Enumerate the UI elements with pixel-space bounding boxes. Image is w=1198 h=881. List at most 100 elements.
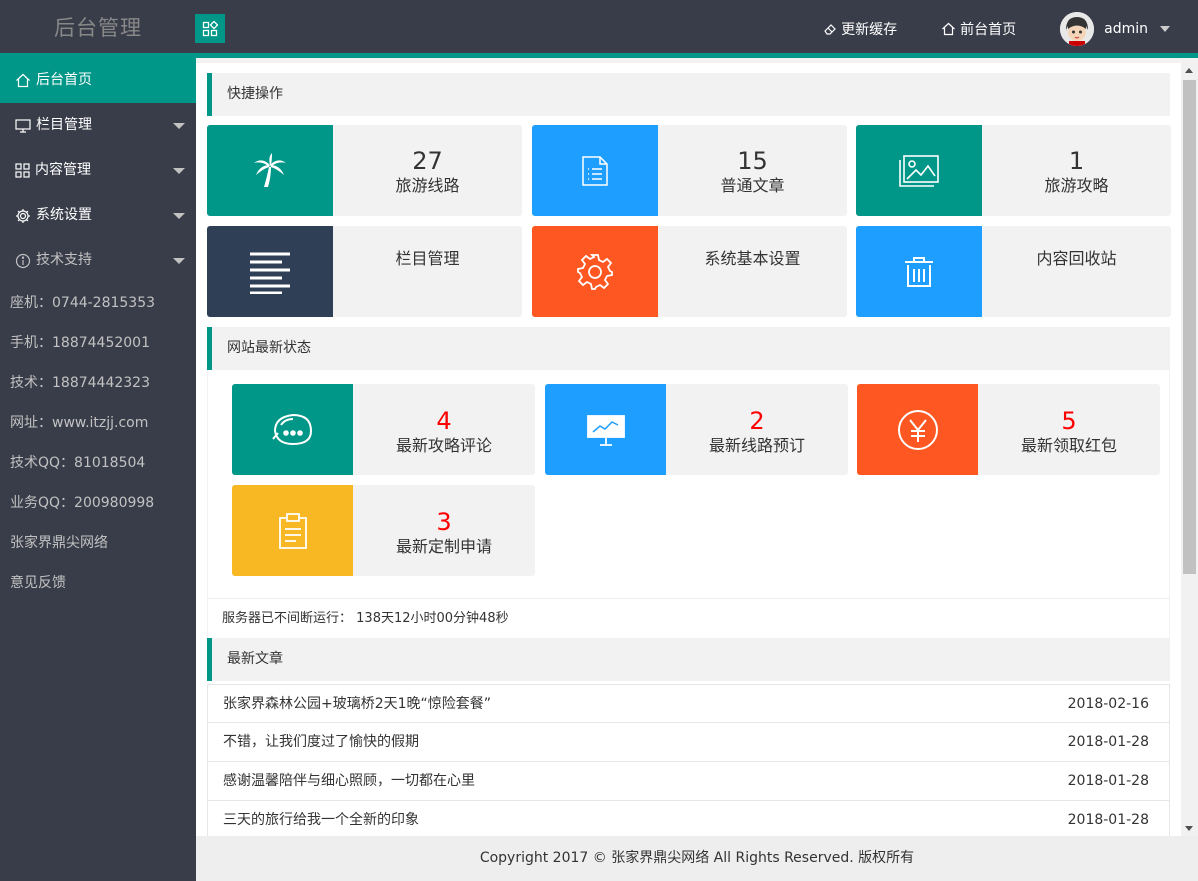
chevron-down-icon [173,213,185,219]
guides-count: 1 [1068,147,1085,175]
home-icon [16,73,30,88]
clipboard-icon [278,512,307,549]
red-packets-count: 5 [1061,407,1077,435]
frontend-home-link[interactable]: 前台首页 [941,19,1016,39]
company-name: 张家界鼎尖网络 [10,535,108,551]
quick-card-system-settings[interactable]: 系统基本设置 [532,226,847,317]
top-header: 后台管理 更新缓存 前台首页 admin [0,0,1198,58]
quick-card-column-management[interactable]: 栏目管理 [207,226,522,317]
site-status-title: 网站最新状态 [207,327,1170,370]
home-icon [942,22,956,36]
list-item[interactable]: 不错，让我们度过了愉快的假期 2018-01-28 [207,723,1170,762]
sidebar-item-support[interactable]: 技术支持 [0,238,196,283]
article-title: 张家界森林公园+玻璃桥2天1晚“惊险套餐” [223,696,492,712]
yen-icon [897,409,938,450]
bookings-label: 最新线路预订 [708,436,805,455]
articles-label: 普通文章 [720,176,785,195]
refresh-cache-link[interactable]: 更新缓存 [823,19,897,39]
comments-count: 4 [436,407,452,435]
scroll-up-icon[interactable] [1185,68,1193,73]
sidebar-item-label: 内容管理 [35,162,91,178]
quick-card-routes[interactable]: 27 旅游线路 [207,125,522,216]
status-card-comments[interactable]: 4 最新攻略评论 [232,384,535,475]
list-item[interactable]: 感谢温馨陪伴与细心照顾，一切都在心里 2018-01-28 [207,762,1170,801]
info-icon [15,253,31,268]
status-card-custom-requests[interactable]: 3 最新定制申请 [232,485,535,576]
frontend-home-label: 前台首页 [960,22,1017,38]
sidebar-item-content[interactable]: 内容管理 [0,148,196,193]
article-title: 感谢温馨陪伴与细心照顾，一切都在心里 [223,773,475,789]
article-title: 不错，让我们度过了愉快的假期 [223,734,419,750]
contact-tech: 技术：18874442323 [10,375,150,391]
chevron-down-icon [173,258,185,264]
article-date: 2018-02-16 [1067,696,1149,712]
avatar [1060,12,1095,46]
article-date: 2018-01-28 [1067,734,1149,750]
articles-count: 15 [737,147,768,175]
vertical-scrollbar[interactable] [1181,63,1198,836]
server-uptime: 服务器已不间断运行： 138天12小时00分钟48秒 [207,598,1170,638]
presentation-icon [586,414,625,446]
guides-label: 旅游攻略 [1044,176,1109,195]
quick-actions-title: 快捷操作 [207,73,1170,116]
uptime-value: 138天12小时00分钟48秒 [356,611,509,626]
recycle-bin-label: 内容回收站 [1036,249,1117,268]
custom-requests-label: 最新定制申请 [395,537,492,556]
sidebar-item-label: 系统设置 [36,207,92,223]
list-item[interactable]: 三天的旅行给我一个全新的印象 2018-01-28 [207,801,1170,836]
sidebar: 后台首页 栏目管理 内容管理 系统设置 技术支持 座机：0744-2815353… [0,58,196,881]
footer: Copyright 2017 © 张家界鼎尖网络 All Rights Rese… [196,836,1198,881]
quick-card-guides[interactable]: 1 旅游攻略 [856,125,1171,216]
chevron-down-icon [173,168,185,174]
sidebar-item-label: 栏目管理 [36,117,92,133]
image-icon [899,154,939,187]
chat-icon [271,413,312,445]
scrollbar-thumb[interactable] [1183,80,1196,574]
quick-card-recycle-bin[interactable]: 内容回收站 [856,226,1171,317]
main-content: 快捷操作 27 旅游线路 15 普通文章 1 旅游攻略 栏目管理 系统基本设置 内容回… [196,63,1198,836]
sidebar-item-home[interactable]: 后台首页 [0,58,196,103]
comments-label: 最新攻略评论 [395,436,492,455]
apps-icon [15,163,30,178]
contact-website[interactable]: 网址：www.itzjj.com [0,403,196,443]
apps-icon [202,20,218,36]
chevron-down-icon [1160,26,1170,32]
contact-mobile: 手机：18874452001 [10,335,150,351]
contact-tech-qq: 技术QQ：81018504 [10,455,146,471]
latest-articles-list: 张家界森林公园+玻璃桥2天1晚“惊险套餐” 2018-02-16 不错，让我们度过… [207,684,1170,836]
sidebar-item-label: 技术支持 [36,252,92,268]
contact-business-qq: 业务QQ：200980998 [10,495,155,511]
list-item[interactable]: 张家界森林公园+玻璃桥2天1晚“惊险套餐” 2018-02-16 [207,684,1170,723]
status-card-bookings[interactable]: 2 最新线路预订 [545,384,848,475]
custom-requests-count: 3 [436,508,452,536]
lines-icon [250,252,290,294]
article-date: 2018-01-28 [1067,812,1149,828]
document-icon [582,155,608,186]
bookings-count: 2 [749,407,765,435]
feedback-link[interactable]: 意见反馈 [0,563,196,603]
uptime-label: 服务器已不间断运行： [222,611,353,626]
sidebar-toggle-button[interactable] [195,14,225,43]
red-packets-label: 最新领取红包 [1020,436,1117,455]
logo[interactable]: 后台管理 [0,0,196,58]
status-card-red-packets[interactable]: 5 最新领取红包 [857,384,1160,475]
sidebar-item-label: 后台首页 [36,72,92,88]
column-management-label: 栏目管理 [395,249,460,268]
article-date: 2018-01-28 [1067,773,1149,789]
chevron-down-icon [173,123,185,129]
monitor-icon [15,118,31,133]
quick-card-articles[interactable]: 15 普通文章 [532,125,847,216]
eraser-icon [824,24,836,35]
sidebar-item-settings[interactable]: 系统设置 [0,193,196,238]
scroll-down-icon[interactable] [1185,826,1193,831]
article-title: 三天的旅行给我一个全新的印象 [223,812,419,828]
sidebar-item-columns[interactable]: 栏目管理 [0,103,196,148]
user-menu[interactable]: admin [1060,12,1170,46]
latest-articles-title: 最新文章 [207,638,1170,681]
username: admin [1104,21,1148,37]
refresh-cache-label: 更新缓存 [841,22,898,38]
palm-tree-icon [254,152,286,187]
trash-icon [905,256,933,287]
contact-phone: 座机：0744-2815353 [10,295,156,311]
system-settings-label: 系统基本设置 [704,249,801,268]
